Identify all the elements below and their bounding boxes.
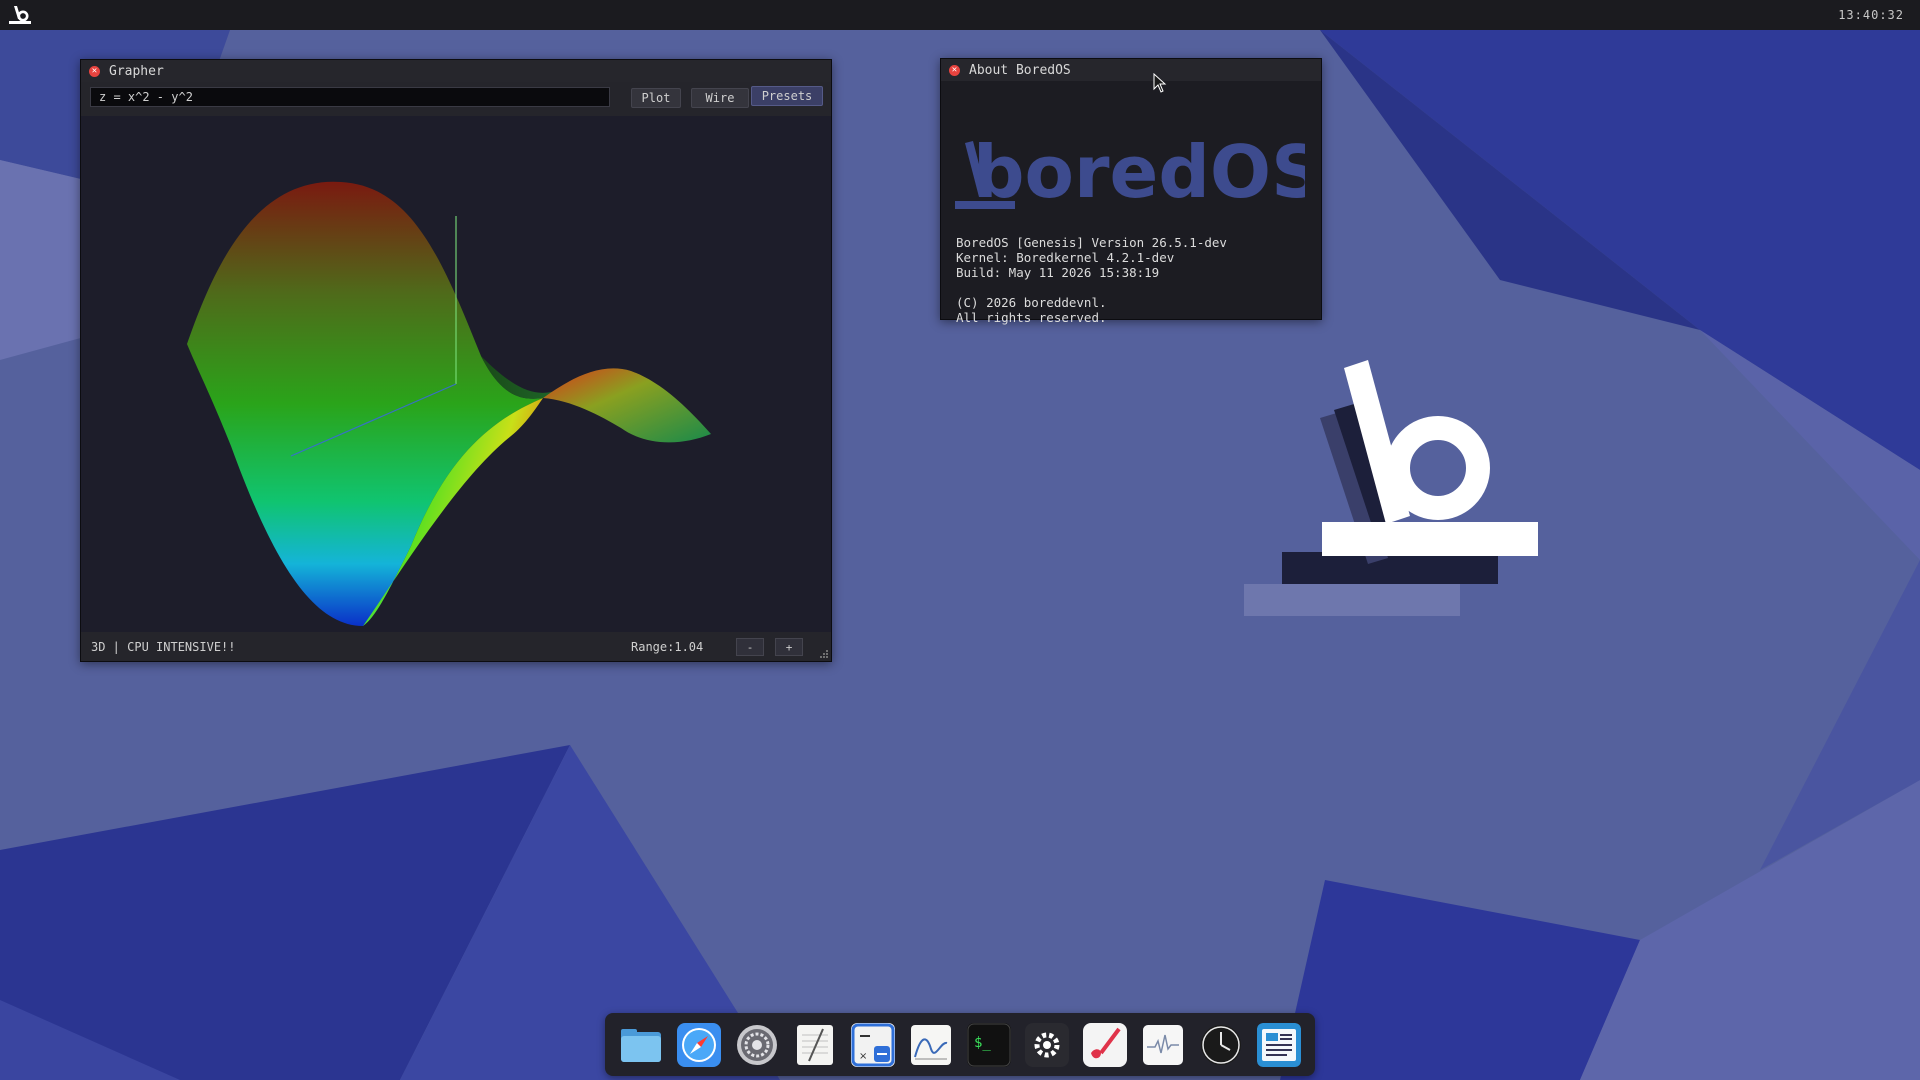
dock: × $_: [605, 1013, 1315, 1076]
presets-button[interactable]: Presets: [751, 86, 823, 106]
grapher-icon[interactable]: [909, 1023, 953, 1067]
expression-input[interactable]: [90, 87, 610, 107]
browser-compass-icon[interactable]: [677, 1023, 721, 1067]
settings-gear-icon[interactable]: [735, 1023, 779, 1067]
system-clock[interactable]: 13:40:32: [1838, 8, 1904, 22]
copyright-line: (C) 2026 boreddevnl.: [956, 295, 1107, 310]
about-content: boredOS BoredOS [Genesis] Version 26.5.1…: [941, 81, 1321, 325]
grapher-toolbar: Plot Wire Presets: [81, 82, 831, 116]
svg-text:$_: $_: [974, 1035, 991, 1051]
kernel-line: Kernel: Boredkernel 4.2.1-dev: [956, 250, 1175, 265]
system-settings-icon[interactable]: [1025, 1023, 1069, 1067]
grapher-statusbar: 3D | CPU INTENSIVE!! Range:1.04 - +: [81, 632, 831, 661]
desktop-boredos-logo: [1244, 360, 1538, 616]
grapher-window[interactable]: ✕ Grapher Plot Wire Presets: [80, 59, 832, 662]
calculator-icon[interactable]: ×: [851, 1023, 895, 1067]
about-titlebar[interactable]: ✕ About BoredOS: [941, 59, 1321, 81]
surface-plot: [187, 181, 711, 626]
build-line: Build: May 11 2026 15:38:19: [956, 265, 1160, 280]
close-icon[interactable]: ✕: [89, 65, 100, 77]
paint-icon[interactable]: [1083, 1023, 1127, 1067]
document-viewer-icon[interactable]: [1257, 1023, 1301, 1067]
grapher-titlebar[interactable]: ✕ Grapher: [81, 60, 831, 82]
mouse-cursor-icon: [1153, 73, 1167, 93]
files-icon[interactable]: [619, 1023, 663, 1067]
render-mode-label: 3D | CPU INTENSIVE!!: [91, 640, 236, 654]
svg-text:×: ×: [859, 1051, 867, 1062]
range-decrease-button[interactable]: -: [736, 638, 764, 656]
plot-canvas[interactable]: [81, 116, 831, 632]
top-bar: 13:40:32: [0, 0, 1920, 30]
rights-line: All rights reserved.: [956, 310, 1107, 325]
window-title: About BoredOS: [969, 62, 1071, 78]
boredos-logo-icon[interactable]: [8, 4, 32, 26]
terminal-icon[interactable]: $_: [967, 1023, 1011, 1067]
notepad-icon[interactable]: [793, 1023, 837, 1067]
range-value: Range:1.04: [631, 640, 704, 654]
version-line: BoredOS [Genesis] Version 26.5.1-dev: [956, 235, 1227, 250]
window-title: Grapher: [109, 63, 164, 79]
activity-monitor-icon[interactable]: [1141, 1023, 1185, 1067]
about-window[interactable]: ✕ About BoredOS boredOS BoredOS [Genesis…: [940, 58, 1322, 325]
resize-grip-icon[interactable]: [819, 649, 829, 659]
range-increase-button[interactable]: +: [775, 638, 803, 656]
wire-button[interactable]: Wire: [691, 88, 749, 108]
plot-button[interactable]: Plot: [631, 88, 681, 108]
boredos-wordmark-logo: boredOS: [955, 135, 1305, 214]
clock-icon[interactable]: [1199, 1023, 1243, 1067]
wordmark-text: boredOS: [973, 135, 1305, 214]
close-icon[interactable]: ✕: [949, 64, 960, 76]
